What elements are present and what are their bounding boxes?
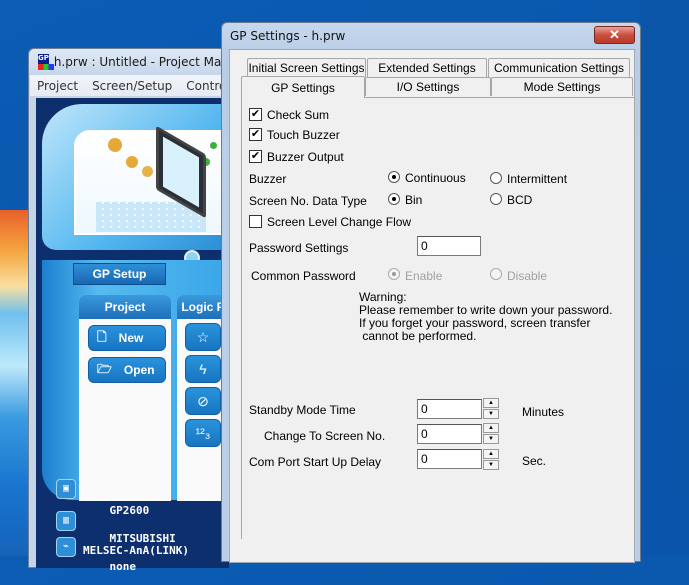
bin-radio[interactable] (388, 193, 400, 205)
pm-title-bar[interactable]: GP h.prw : Untitled - Project Manager (29, 49, 227, 75)
change-screen-spinner[interactable]: ▲ ▼ (483, 423, 499, 444)
screen-level-change-flow-label: Screen Level Change Flow (267, 215, 412, 229)
project-column: Project 🗋 New 🗁 Open (79, 295, 171, 501)
comm-text: none (109, 560, 137, 573)
open-project-button[interactable]: 🗁 Open (88, 357, 166, 383)
pm-title: h.prw : Untitled - Project Manager (53, 55, 227, 69)
check-sum-label: Check Sum (267, 108, 330, 122)
touch-buzzer-checkbox[interactable]: ✔ (249, 128, 262, 141)
change-to-screen-no-label: Change To Screen No. (264, 429, 386, 443)
dialog-title: GP Settings - h.prw (230, 29, 346, 43)
tab-io-settings[interactable]: I/O Settings (365, 77, 491, 96)
warning-text: Warning: Please remember to write down y… (359, 291, 612, 343)
com-port-delay-input[interactable]: 0 (417, 449, 482, 469)
tab-initial-screen-settings[interactable]: Initial Screen Settings (247, 58, 366, 77)
disable-radio[interactable] (490, 268, 502, 280)
standby-spinner[interactable]: ▲ ▼ (483, 398, 499, 419)
password-input[interactable]: 0 (417, 236, 481, 256)
lightning-icon: ϟ (199, 361, 207, 377)
enable-radio[interactable] (388, 268, 400, 280)
com-port-start-up-delay-label: Com Port Start Up Delay (249, 455, 382, 469)
gp-settings-dialog[interactable]: GP Settings - h.prw ✕ Initial Screen Set… (221, 22, 641, 563)
sec-unit-label: Sec. (522, 454, 547, 468)
status-comm: ⌁ none (56, 537, 137, 585)
warning-line: cannot be performed. (359, 329, 477, 343)
disable-label: Disable (507, 269, 548, 283)
enable-label: Enable (405, 269, 443, 283)
screen-no-data-type-label: Screen No. Data Type (249, 194, 367, 208)
bcd-radio[interactable] (490, 193, 502, 205)
touch-buzzer-label: Touch Buzzer (267, 128, 340, 142)
numbers-button[interactable]: ¹²₃ (185, 419, 221, 447)
lightning-button[interactable]: ϟ (185, 355, 221, 383)
check-sum-checkbox[interactable]: ✔ (249, 108, 262, 121)
hand-star-icon: ☆ (196, 328, 210, 345)
spin-down-icon[interactable]: ▼ (483, 409, 499, 419)
project-manager-window[interactable]: GP h.prw : Untitled - Project Manager Pr… (28, 48, 229, 573)
screen-level-change-flow-checkbox[interactable] (249, 215, 262, 228)
orange-ball (108, 138, 122, 152)
pm-menu-bar: Project Screen/Setup Control (30, 75, 226, 97)
new-project-button[interactable]: 🗋 New (88, 325, 166, 351)
menu-project[interactable]: Project (30, 79, 85, 93)
display-icon: ▣ (56, 479, 76, 499)
buzzer-output-label: Buzzer Output (267, 150, 344, 164)
spin-down-icon[interactable]: ▼ (483, 434, 499, 444)
common-password-label: Common Password (251, 269, 356, 283)
123-icon: ¹²₃ (195, 425, 211, 441)
com-port-spinner[interactable]: ▲ ▼ (483, 449, 499, 470)
prohibit-button[interactable]: ⊘ (185, 387, 221, 415)
orange-ball (126, 156, 138, 168)
intermittent-label: Intermittent (507, 172, 568, 186)
orange-ball (142, 166, 153, 177)
green-ball (210, 142, 217, 149)
close-icon: ✕ (609, 27, 620, 42)
tab-communication-settings[interactable]: Communication Settings (488, 58, 630, 77)
new-file-icon: 🗋 (97, 329, 107, 344)
close-button[interactable]: ✕ (594, 26, 635, 44)
tab-mode-settings[interactable]: Mode Settings (491, 77, 633, 96)
password-settings-label: Password Settings (249, 241, 349, 255)
gp-settings-page: ✔ Check Sum ✔ Touch Buzzer ✔ Buzzer Outp… (241, 97, 635, 539)
buzzer-output-checkbox[interactable]: ✔ (249, 150, 262, 163)
project-column-header: Project (79, 295, 171, 319)
menu-screen-setup[interactable]: Screen/Setup (85, 79, 179, 93)
spin-up-icon[interactable]: ▲ (483, 398, 499, 408)
gp-logo-icon: GP (38, 54, 54, 70)
spin-down-icon[interactable]: ▼ (483, 460, 499, 470)
bcd-label: BCD (507, 193, 533, 207)
change-to-screen-no-input[interactable]: 0 (417, 424, 482, 444)
hero-banner (42, 104, 229, 266)
open-folder-icon: 🗁 (97, 361, 112, 376)
continuous-radio[interactable] (388, 171, 400, 183)
hand-star-button[interactable]: ☆ (185, 323, 221, 351)
new-label: New (118, 331, 144, 345)
plc-icon: ▥ (56, 511, 76, 531)
standby-mode-time-label: Standby Mode Time (249, 403, 356, 417)
dialog-body: Initial Screen Settings Extended Setting… (229, 49, 635, 563)
cable-icon: ⌁ (56, 537, 76, 557)
standby-mode-time-input[interactable]: 0 (417, 399, 482, 419)
spin-up-icon[interactable]: ▲ (483, 449, 499, 459)
spin-up-icon[interactable]: ▲ (483, 423, 499, 433)
dialog-title-bar[interactable]: GP Settings - h.prw (222, 23, 640, 49)
prohibit-icon: ⊘ (197, 392, 209, 409)
continuous-label: Continuous (405, 171, 466, 185)
open-label: Open (123, 363, 155, 377)
buzzer-label: Buzzer (249, 172, 287, 186)
tab-extended-settings[interactable]: Extended Settings (367, 58, 487, 77)
tab-gp-settings[interactable]: GP Settings (241, 76, 365, 98)
minutes-unit-label: Minutes (522, 405, 565, 419)
intermittent-radio[interactable] (490, 172, 502, 184)
menu-control[interactable]: Control (179, 79, 226, 93)
hero-image (74, 125, 229, 235)
bin-label: Bin (405, 193, 423, 207)
gp-setup-button[interactable]: GP Setup (73, 263, 166, 285)
desktop-wallpaper-right (641, 0, 689, 556)
